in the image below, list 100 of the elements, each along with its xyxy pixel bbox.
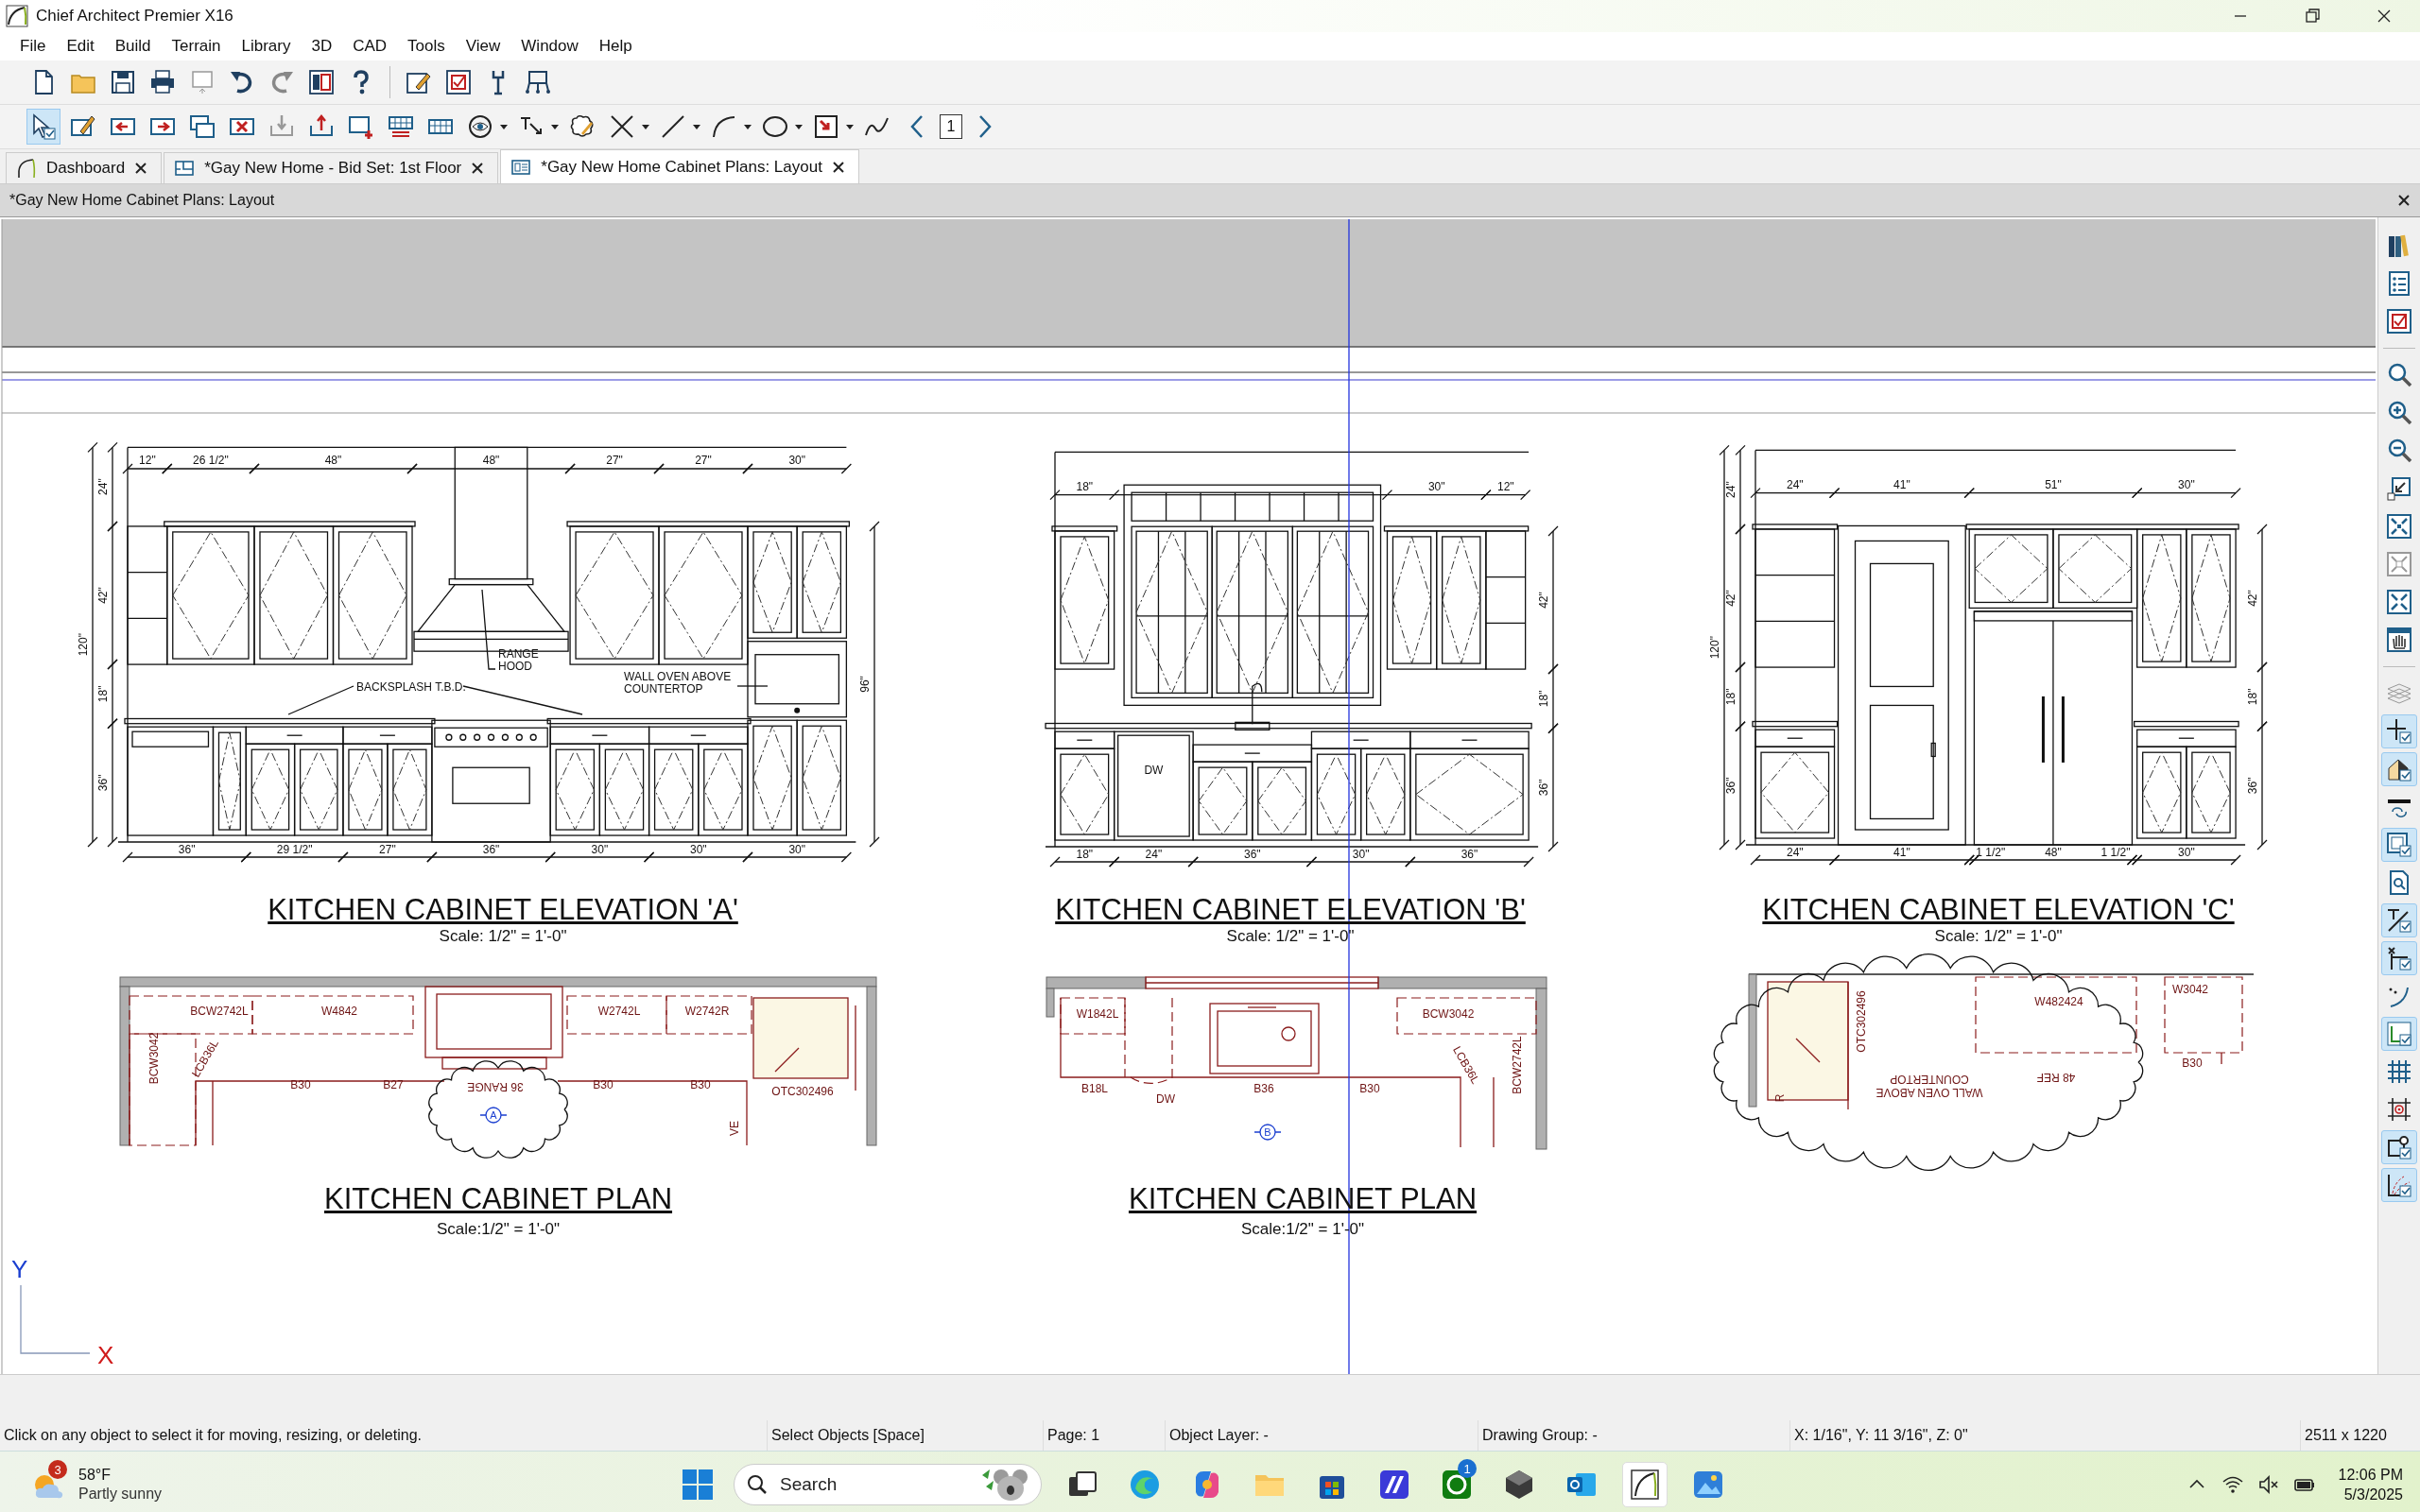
app-logo-icon [6,5,28,27]
dimension-label: 36" [1537,779,1550,797]
dimension-label: 120" [77,633,90,657]
clock-date[interactable]: 5/3/2025 [2343,1486,2403,1503]
dimension-label: 18" [1724,688,1737,706]
dimension-label: 30" [788,843,805,856]
cabinet-label: B30 [593,1078,614,1091]
dimension-label: 18" [1537,690,1550,708]
dimension-label: 24" [1786,477,1804,491]
dimension-label: 41" [1893,846,1910,859]
dimension-label: 26 1/2" [193,454,229,467]
cabinet-label: 48 REF [2036,1071,2076,1084]
caret-icon[interactable] [845,122,855,131]
menu-item[interactable]: Build [104,34,162,59]
floor-plan-icon [174,158,196,179]
start-icon[interactable] [681,1468,715,1502]
callout-label: WALL OVEN ABOVE COUNTERTOP [624,670,732,696]
tab-label: *Gay New Home Cabinet Plans: Layout [541,157,822,177]
menu-item[interactable]: Terrain [161,34,232,59]
close-icon[interactable] [134,162,148,175]
menu-item[interactable]: Edit [56,34,105,59]
close-icon[interactable] [831,160,845,174]
caret-icon[interactable] [743,122,752,131]
dimension-label: 30" [690,843,707,856]
dimension-label: 12" [139,454,156,467]
stripe-app-icon[interactable] [1377,1468,1411,1502]
dimension-label: 42" [1537,592,1550,609]
arc-icon [16,158,37,179]
speaker-muted-icon[interactable] [2256,1473,2280,1496]
dimension-label: 30" [2178,477,2195,491]
caret-icon[interactable] [794,122,804,131]
point-check-icon[interactable] [2381,941,2417,975]
menu-item[interactable]: Library [231,34,302,59]
cabinet-label: W1842L [1076,1007,1119,1021]
cabinet-label: COUNTERTOP [1890,1073,1969,1086]
weather-condition: Partly sunny [78,1486,163,1503]
dimension-label: 42" [96,587,110,604]
house-check-icon[interactable] [2381,752,2417,786]
window-title: Chief Architect Premier X16 [36,7,233,26]
dimension-label: 36" [2246,777,2259,795]
dimension-label: 36" [1461,848,1478,861]
caret-icon[interactable] [499,122,509,131]
search-field[interactable]: Search [734,1464,1042,1505]
document-tab[interactable]: *Gay New Home - Bid Set: 1st Floor [164,152,499,183]
browser-icon[interactable] [1128,1468,1162,1502]
cabinet-label: OTC302496 [1855,990,1868,1053]
window-check-icon[interactable] [2381,828,2417,862]
dimension-label: 18" [1076,848,1094,861]
dimension-check-icon[interactable] [2381,903,2417,937]
notification-badge: 3 [48,1460,67,1479]
dimension-label: 27" [379,843,396,856]
menu-item[interactable]: View [455,34,511,59]
clock-time[interactable]: 12:06 PM [2338,1466,2403,1484]
cabinet-label: B18L [1081,1082,1108,1095]
dimension-label: 48" [482,454,500,467]
dimension-label: 30" [2178,846,2195,859]
document-tab[interactable]: *Gay New Home Cabinet Plans: Layout [500,149,859,183]
cabinet-label: BCW2742L [1511,1036,1524,1094]
document-tab[interactable]: Dashboard [6,152,163,183]
menu-item[interactable]: File [9,34,57,59]
menu-item[interactable]: Tools [397,34,456,59]
dimension-label: 24" [1724,481,1737,498]
dimension-label: 48" [324,454,342,467]
menu-item[interactable]: CAD [342,34,398,59]
dimension-label: 30" [591,843,609,856]
dimension-label: 36" [482,843,500,856]
dimension-label: 18" [1076,479,1094,493]
scale-note: Scale:1/2" = 1'-0" [436,1220,561,1239]
crosshair-check-icon[interactable] [2381,714,2417,748]
dimension-label: 27" [606,454,623,467]
dimension-label: 18" [96,685,110,703]
dimension-label: 41" [1893,477,1910,491]
caret-icon[interactable] [692,122,701,131]
cabinet-label: W2742L [597,1005,641,1018]
axis-label: Y [11,1255,28,1283]
menu-item[interactable]: Help [588,34,643,59]
dimension-label: 51" [2045,477,2062,491]
object-snap-icon[interactable] [2381,1130,2417,1164]
caret-icon[interactable] [641,122,650,131]
angle-snap-icon[interactable] [2381,1168,2417,1202]
status-text: 2511 x 1220 [2304,1426,2388,1445]
drafting-app-icon[interactable] [1628,1468,1662,1502]
tab-label: Dashboard [46,159,126,178]
cabinet-label: B36 [1253,1082,1274,1095]
cabinet-label: BCW3042 [147,1032,161,1085]
close-icon[interactable] [2397,194,2411,207]
page-number-field[interactable]: 1 [940,114,962,139]
axis-check-icon[interactable] [2381,1017,2417,1051]
dimension-label: 36" [1724,777,1737,795]
dimension-label: 36" [96,774,110,792]
temperature-text: 58°F [78,1467,112,1484]
close-icon[interactable] [471,162,485,175]
menu-item[interactable]: Window [510,34,589,59]
menu-item[interactable]: 3D [301,34,343,59]
dimension-label: 42" [2246,590,2259,607]
caret-icon[interactable] [550,122,560,131]
dimension-label: 96" [858,676,872,693]
dimension-label: 30" [1427,479,1445,493]
tab-label: *Gay New Home - Bid Set: 1st Floor [204,159,462,178]
cabinet-label: W482424 [2034,995,2083,1008]
